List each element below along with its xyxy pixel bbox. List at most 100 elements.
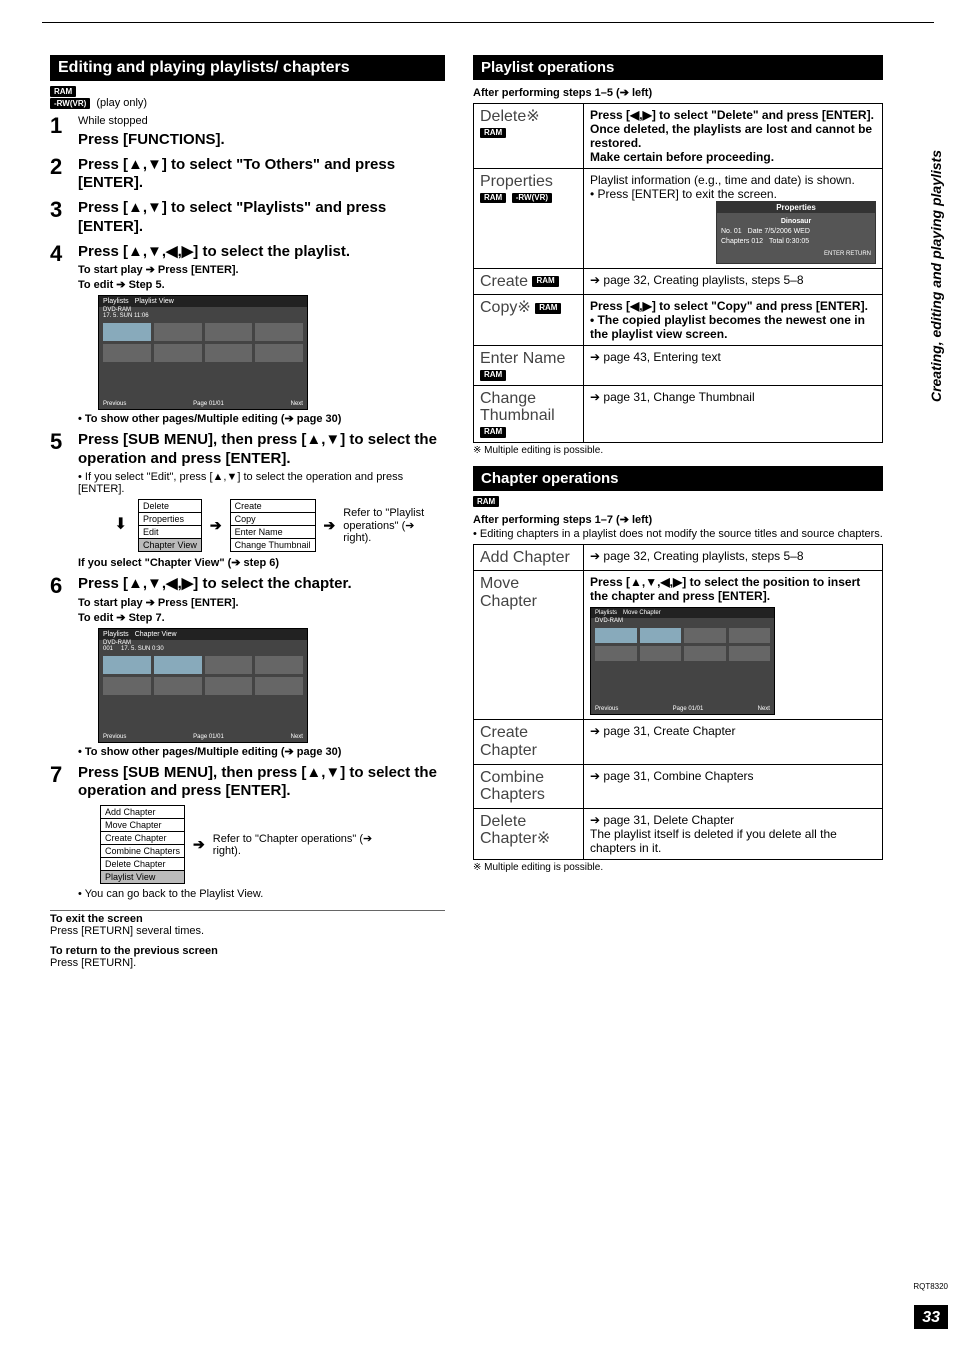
exit2-body: Press [RETURN]. <box>50 957 445 969</box>
step-number: 7 <box>50 764 68 786</box>
step-6-sub1: To start play ➔ Press [ENTER]. <box>78 596 445 609</box>
thumb-title2: Move Chapter <box>623 610 661 616</box>
op-body: ➔ page 31, Combine Chapters <box>584 764 883 808</box>
panel-title: Dinosaur <box>721 217 871 227</box>
menu-item: Delete Chapter <box>101 858 184 871</box>
thumb-title1: Playlists <box>103 631 129 638</box>
panel-date: Date 7/5/2006 WED <box>748 227 810 237</box>
step-number: 2 <box>50 156 68 178</box>
step-5-main: Press [SUB MENU], then press [▲,▼] to se… <box>78 431 445 469</box>
badge-ram: RAM <box>480 370 506 381</box>
op-body: Press [▲,▼,◀,▶] to select the position t… <box>590 575 876 603</box>
badge-ram: RAM <box>473 496 499 507</box>
op-name: Create <box>480 273 528 290</box>
panel-total: Total 0:30:05 <box>769 237 809 247</box>
table-row: Delete※ RAM Press [◀,▶] to select "Delete… <box>474 104 883 169</box>
panel-ch-value: 012 <box>751 238 763 245</box>
op-name: Combine Chapters <box>474 764 584 808</box>
thumb-row1: 001 <box>103 646 113 652</box>
table-row: Copy※ RAM Press [◀,▶] to select "Copy" a… <box>474 295 883 346</box>
arrow-right-icon <box>208 517 224 534</box>
table-row: Change Thumbnail RAM ➔ page 31, Change Th… <box>474 385 883 442</box>
thumb-title1: Playlists <box>103 298 129 305</box>
op-body: ➔ page 32, Creating playlists, steps 5–8 <box>584 544 883 571</box>
step-5-after: If you select "Chapter View" (➔ step 6) <box>78 556 445 569</box>
step-2-main: Press [▲,▼] to select "To Others" and pr… <box>78 156 445 194</box>
op-body: ➔ page 31, Create Chapter <box>584 720 883 764</box>
thumb-page-value: 01/01 <box>209 734 224 740</box>
thumb-row2: 17. 5. SUN 0:30 <box>121 646 164 652</box>
page-number: 33 <box>914 1305 948 1329</box>
step-6: 6 Press [▲,▼,◀,▶] to select the chapter.… <box>50 575 445 758</box>
menu-item: Combine Chapters <box>101 845 184 858</box>
op-body: ➔ page 31, Change Thumbnail <box>584 385 883 442</box>
thumb-title1: Playlists <box>595 610 617 616</box>
left-column: Editing and playing playlists/ chapters … <box>50 55 445 969</box>
op-name: Enter Name <box>480 350 565 367</box>
step-4-sub1: To start play ➔ Press [ENTER]. <box>78 263 445 276</box>
step-3: 3 Press [▲,▼] to select "Playlists" and … <box>50 199 445 237</box>
menu-item: Add Chapter <box>101 806 184 819</box>
thumb-page-label: Page <box>193 401 207 407</box>
op-name: Change Thumbnail <box>480 390 555 425</box>
playlist-view-screenshot: Playlists Playlist View DVD-RAM 17. 5. S… <box>98 295 308 410</box>
menu-item: Change Thumbnail <box>231 539 315 551</box>
badge-rwvr: -RW(VR) <box>50 98 90 109</box>
step-1-pre: While stopped <box>78 115 445 129</box>
chapter-edit-note: • Editing chapters in a playlist does no… <box>473 528 883 540</box>
panel-ch-label: Chapters <box>721 238 749 245</box>
menu-item: Move Chapter <box>101 819 184 832</box>
step-7-after: • You can go back to the Playlist View. <box>78 888 445 900</box>
step-7-main: Press [SUB MENU], then press [▲,▼] to se… <box>78 764 445 802</box>
badge-ram: RAM <box>532 276 558 287</box>
panel-hint: ENTER RETURN <box>721 250 871 258</box>
step-5-note: • If you select "Edit", press [▲,▼] to s… <box>78 471 445 495</box>
step-number: 3 <box>50 199 68 221</box>
exit-block-2: To return to the previous screen Press [… <box>50 945 445 969</box>
menu-item: Properties <box>139 513 201 526</box>
menu-item: Chapter View <box>139 539 201 551</box>
badge-ram: RAM <box>480 193 506 204</box>
step-1: 1 While stoppedPress [FUNCTIONS]. <box>50 115 445 150</box>
op-name: Add Chapter <box>474 544 584 571</box>
op-name: Delete※ <box>480 108 540 125</box>
badge-ram: RAM <box>480 427 506 438</box>
playlist-operations-table: Delete※ RAM Press [◀,▶] to select "Delete… <box>473 103 883 443</box>
step-2: 2 Press [▲,▼] to select "To Others" and … <box>50 156 445 194</box>
table-row: PropertiesRAM -RW(VR) Playlist informati… <box>474 169 883 269</box>
step-4-bullet: • To show other pages/Multiple editing (… <box>78 412 445 425</box>
heading-editing-playlists: Editing and playing playlists/ chapters <box>50 55 445 81</box>
thumb-next: Next <box>758 706 770 712</box>
menu-item: Create <box>231 500 315 513</box>
properties-panel: Properties Dinosaur No. 01 Date 7/5/2006… <box>716 201 876 264</box>
thumb-next: Next <box>291 734 303 740</box>
chapter-view-screenshot: Playlists Chapter View DVD-RAM 001 17. 5… <box>98 628 308 743</box>
side-running-head: Creating, editing and playing playlists <box>928 150 944 402</box>
exit2-heading: To return to the previous screen <box>50 945 445 957</box>
step-5: 5 Press [SUB MENU], then press [▲,▼] to … <box>50 431 445 569</box>
play-only-note: (play only) <box>96 97 147 109</box>
thumb-page-value: 01/01 <box>688 706 703 712</box>
playlist-footnote: ※ Multiple editing is possible. <box>473 445 883 456</box>
op-name: Properties <box>480 173 553 190</box>
op-body: ➔ page 32, Creating playlists, steps 5–8 <box>584 268 883 295</box>
step-3-main: Press [▲,▼] to select "Playlists" and pr… <box>78 199 445 237</box>
thumb-title2: Chapter View <box>135 631 177 638</box>
format-badges: RAM -RW(VR) (play only) <box>50 85 445 109</box>
chapter-menu-box: Add Chapter Move Chapter Create Chapter … <box>100 805 185 884</box>
op-name: Delete Chapter※ <box>474 808 584 859</box>
op-body: Press [◀,▶] to select "Delete" and press… <box>590 108 874 164</box>
menu-ref-text: Refer to "Playlist operations" (➔ right)… <box>343 507 433 544</box>
menu-item: Enter Name <box>231 526 315 539</box>
exit1-body: Press [RETURN] several times. <box>50 925 445 937</box>
thumb-prev: Previous <box>103 401 126 407</box>
menu-right: Create Copy Enter Name Change Thumbnail <box>230 499 316 552</box>
arrow-down-icon <box>114 514 132 536</box>
op-name: Create Chapter <box>474 720 584 764</box>
badge-ram: RAM <box>480 128 506 139</box>
arrow-right-icon <box>191 836 207 853</box>
thumb-page-label: Page <box>673 706 687 712</box>
table-row: Move Chapter Press [▲,▼,◀,▶] to select t… <box>474 571 883 720</box>
badge-rwvr: -RW(VR) <box>512 193 552 204</box>
step-6-sub2: To edit ➔ Step 7. <box>78 611 445 624</box>
